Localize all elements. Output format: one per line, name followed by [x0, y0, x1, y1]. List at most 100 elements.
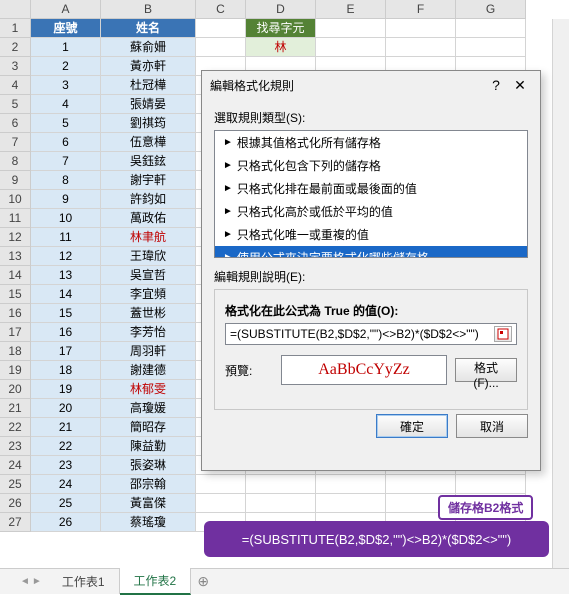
cell-name[interactable]: 蓋世彬 — [101, 304, 196, 323]
cell-seat[interactable]: 18 — [31, 361, 101, 380]
cell-seat[interactable]: 11 — [31, 228, 101, 247]
cell-name[interactable]: 林聿航 — [101, 228, 196, 247]
row-header[interactable]: 19 — [0, 361, 31, 380]
row-header[interactable]: 2 — [0, 38, 31, 57]
row-header[interactable]: 12 — [0, 228, 31, 247]
vertical-scrollbar[interactable] — [552, 19, 569, 568]
cell-seat[interactable]: 15 — [31, 304, 101, 323]
cell-name[interactable]: 張婧晏 — [101, 95, 196, 114]
cell-name[interactable]: 謝建德 — [101, 361, 196, 380]
rule-type-list[interactable]: ►根據其值格式化所有儲存格►只格式化包含下列的儲存格►只格式化排在最前面或最後面… — [214, 130, 528, 258]
cell-seat[interactable]: 26 — [31, 513, 101, 532]
cell-seat[interactable]: 3 — [31, 76, 101, 95]
cell-seat[interactable]: 2 — [31, 57, 101, 76]
range-picker-button[interactable] — [494, 326, 512, 342]
col-header-a[interactable]: A — [31, 0, 101, 19]
cell-seat[interactable]: 1 — [31, 38, 101, 57]
row-header[interactable]: 4 — [0, 76, 31, 95]
cell-name[interactable]: 王瑋欣 — [101, 247, 196, 266]
row-header[interactable]: 26 — [0, 494, 31, 513]
help-button[interactable]: ? — [484, 77, 508, 93]
row-header[interactable]: 1 — [0, 19, 31, 38]
row-header[interactable]: 9 — [0, 171, 31, 190]
col-header-f[interactable]: F — [386, 0, 456, 19]
cell-seat[interactable]: 4 — [31, 95, 101, 114]
cell-seat[interactable]: 7 — [31, 152, 101, 171]
cell-name[interactable]: 邵宗翰 — [101, 475, 196, 494]
cell-name[interactable]: 吳宣哲 — [101, 266, 196, 285]
row-header[interactable]: 18 — [0, 342, 31, 361]
row-header[interactable]: 15 — [0, 285, 31, 304]
col-header-e[interactable]: E — [316, 0, 386, 19]
row-header[interactable]: 22 — [0, 418, 31, 437]
cell-seat[interactable]: 5 — [31, 114, 101, 133]
find-char-value[interactable]: 林 — [246, 38, 316, 57]
cell-name[interactable]: 劉祺筠 — [101, 114, 196, 133]
cell-name[interactable]: 張姿琳 — [101, 456, 196, 475]
cell-seat[interactable]: 21 — [31, 418, 101, 437]
close-button[interactable]: ✕ — [508, 77, 532, 94]
select-all-corner[interactable] — [0, 0, 31, 19]
row-header[interactable]: 10 — [0, 190, 31, 209]
cell-name[interactable]: 陳益勤 — [101, 437, 196, 456]
col-header-g[interactable]: G — [456, 0, 526, 19]
cancel-button[interactable]: 取消 — [456, 414, 528, 438]
row-header[interactable]: 11 — [0, 209, 31, 228]
cell-name[interactable]: 蔡瑤瓊 — [101, 513, 196, 532]
rule-type-item[interactable]: ►只格式化唯一或重複的值 — [215, 223, 527, 246]
cell-seat[interactable]: 17 — [31, 342, 101, 361]
row-header[interactable]: 5 — [0, 95, 31, 114]
formula-input[interactable]: =(SUBSTITUTE(B2,$D$2,"")<>B2)*($D$2<>"") — [225, 323, 517, 345]
rule-type-item[interactable]: ►只格式化高於或低於平均的值 — [215, 200, 527, 223]
cell-seat[interactable]: 25 — [31, 494, 101, 513]
row-header[interactable]: 13 — [0, 247, 31, 266]
find-char-label[interactable]: 找尋字元 — [246, 19, 316, 38]
cell-name[interactable]: 簡昭存 — [101, 418, 196, 437]
cell-seat[interactable]: 9 — [31, 190, 101, 209]
header-seat[interactable]: 座號 — [31, 19, 101, 38]
cell-name[interactable]: 萬政佑 — [101, 209, 196, 228]
row-header[interactable]: 24 — [0, 456, 31, 475]
cell-name[interactable]: 高瓊媛 — [101, 399, 196, 418]
cell-name[interactable]: 吳鈺鉉 — [101, 152, 196, 171]
cell-name[interactable]: 李宜頻 — [101, 285, 196, 304]
cell-name[interactable]: 李芳怡 — [101, 323, 196, 342]
row-header[interactable]: 27 — [0, 513, 31, 532]
row-header[interactable]: 14 — [0, 266, 31, 285]
ok-button[interactable]: 確定 — [376, 414, 448, 438]
row-header[interactable]: 20 — [0, 380, 31, 399]
row-header[interactable]: 6 — [0, 114, 31, 133]
col-header-d[interactable]: D — [246, 0, 316, 19]
rule-type-item[interactable]: ►使用公式來決定要格式化哪些儲存格 — [215, 246, 527, 258]
cell-seat[interactable]: 23 — [31, 456, 101, 475]
row-header[interactable]: 17 — [0, 323, 31, 342]
cell-seat[interactable]: 8 — [31, 171, 101, 190]
row-header[interactable]: 23 — [0, 437, 31, 456]
cell-name[interactable]: 謝宇軒 — [101, 171, 196, 190]
cell-seat[interactable]: 20 — [31, 399, 101, 418]
cell-seat[interactable]: 6 — [31, 133, 101, 152]
add-sheet-button[interactable]: ⊕ — [191, 570, 215, 594]
cell-seat[interactable]: 12 — [31, 247, 101, 266]
header-name[interactable]: 姓名 — [101, 19, 196, 38]
cell-name[interactable]: 林郁雯 — [101, 380, 196, 399]
col-header-b[interactable]: B — [101, 0, 196, 19]
cell-name[interactable]: 杜冠樺 — [101, 76, 196, 95]
cell-name[interactable]: 蘇俞姍 — [101, 38, 196, 57]
col-header-c[interactable]: C — [196, 0, 246, 19]
tab-nav[interactable]: ◄► — [20, 576, 42, 587]
tab-sheet2[interactable]: 工作表2 — [120, 568, 192, 595]
cell-name[interactable]: 許鈞如 — [101, 190, 196, 209]
dialog-titlebar[interactable]: 編輯格式化規則 ? ✕ — [202, 71, 540, 99]
cell-seat[interactable]: 19 — [31, 380, 101, 399]
row-header[interactable]: 16 — [0, 304, 31, 323]
rule-type-item[interactable]: ►只格式化排在最前面或最後面的值 — [215, 177, 527, 200]
format-button[interactable]: 格式(F)... — [455, 358, 517, 382]
row-header[interactable]: 21 — [0, 399, 31, 418]
row-header[interactable]: 25 — [0, 475, 31, 494]
rule-type-item[interactable]: ►根據其值格式化所有儲存格 — [215, 131, 527, 154]
tab-sheet1[interactable]: 工作表1 — [48, 569, 120, 594]
cell-seat[interactable]: 10 — [31, 209, 101, 228]
cell-seat[interactable]: 16 — [31, 323, 101, 342]
cell-seat[interactable]: 22 — [31, 437, 101, 456]
